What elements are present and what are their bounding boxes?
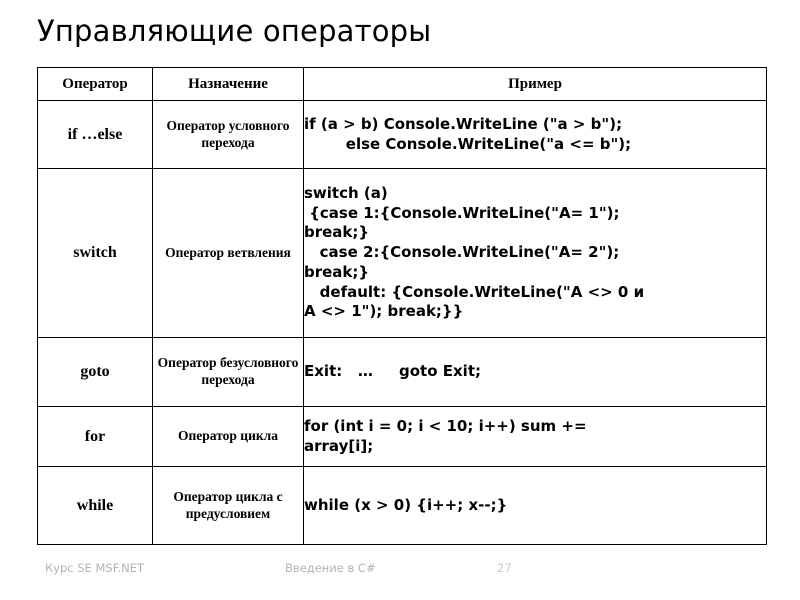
cell-code-example: Exit: … goto Exit; bbox=[303, 337, 767, 407]
cell-code-example: switch (a) {case 1:{Console.WriteLine("A… bbox=[303, 168, 767, 338]
footer-course-label: Курс SE MSF.NET bbox=[45, 561, 145, 575]
column-header-operator: Оператор bbox=[37, 67, 153, 101]
footer-page-number: 27 bbox=[497, 561, 512, 575]
cell-operator-purpose: Оператор условного перехода bbox=[152, 100, 304, 169]
cell-operator-purpose: Оператор цикла bbox=[152, 406, 304, 467]
cell-code-example: while (x > 0) {i++; x--;} bbox=[303, 466, 767, 545]
table-row: for Оператор цикла for (int i = 0; i < 1… bbox=[37, 406, 767, 467]
cell-operator-name: goto bbox=[37, 337, 153, 407]
page-title: Управляющие операторы bbox=[37, 14, 432, 48]
cell-operator-purpose: Оператор цикла с предусловием bbox=[152, 466, 304, 545]
cell-operator-purpose: Оператор безусловного перехода bbox=[152, 337, 304, 407]
table-row: goto Оператор безусловного перехода Exit… bbox=[37, 337, 767, 407]
control-operators-table: Оператор Назначение Пример if …else Опер… bbox=[37, 67, 767, 545]
cell-operator-name: while bbox=[37, 466, 153, 545]
table-header-row: Оператор Назначение Пример bbox=[37, 67, 767, 101]
table-row: if …else Оператор условного перехода if … bbox=[37, 100, 767, 169]
table-row: while Оператор цикла с предусловием whil… bbox=[37, 466, 767, 545]
column-header-purpose: Назначение bbox=[152, 67, 304, 101]
cell-code-example: if (a > b) Console.WriteLine ("a > b"); … bbox=[303, 100, 767, 169]
table-row: switch Оператор ветвления switch (a) {ca… bbox=[37, 168, 767, 338]
cell-operator-name: for bbox=[37, 406, 153, 467]
footer-subject-label: Введение в C# bbox=[285, 561, 376, 575]
cell-operator-name: if …else bbox=[37, 100, 153, 169]
cell-operator-name: switch bbox=[37, 168, 153, 338]
slide-footer: Курс SE MSF.NET Введение в C# 27 bbox=[0, 561, 800, 581]
column-header-example: Пример bbox=[303, 67, 767, 101]
cell-operator-purpose: Оператор ветвления bbox=[152, 168, 304, 338]
cell-code-example: for (int i = 0; i < 10; i++) sum += arra… bbox=[303, 406, 767, 467]
